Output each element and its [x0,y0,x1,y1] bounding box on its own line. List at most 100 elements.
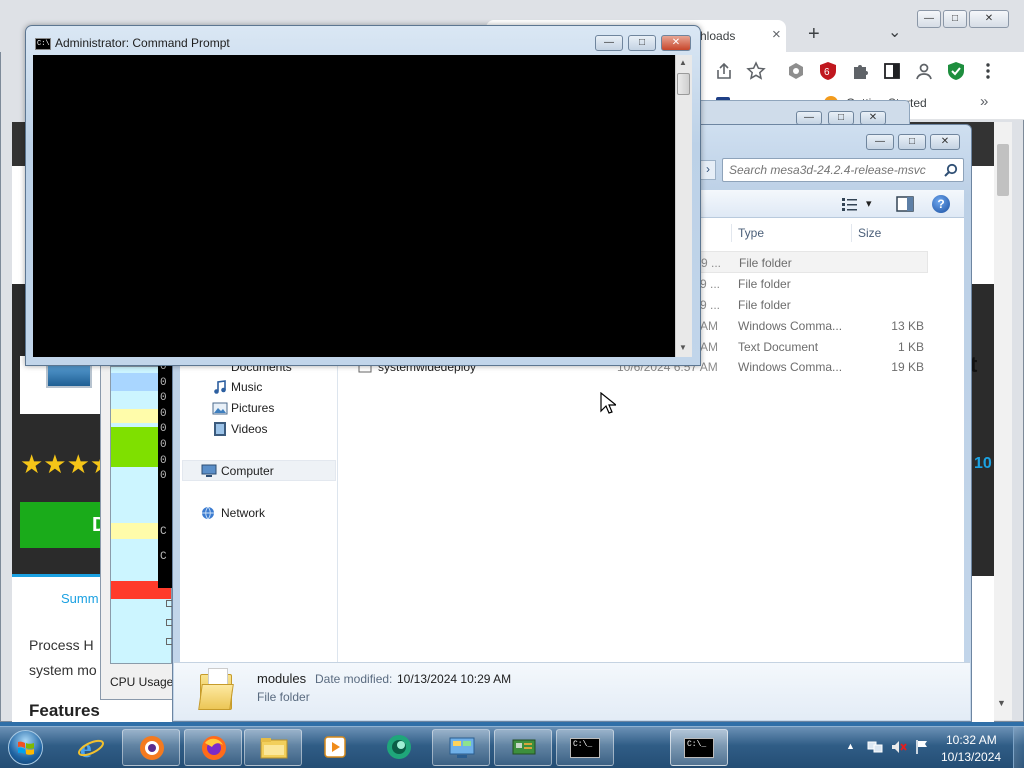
file-row[interactable]: 9 ... File folder [700,294,928,315]
ublock-icon[interactable]: 6 [818,61,838,81]
cmd-scrollbar[interactable] [675,55,692,357]
device-manager-icon [512,739,536,755]
summary-tab-link[interactable]: Summ [61,591,99,606]
profile-icon[interactable] [914,61,934,81]
column-separator [851,224,852,242]
tab-close-icon[interactable]: × [772,26,781,43]
file-explorer-icon [260,738,288,759]
explorer-minimize-button[interactable]: — [866,134,894,150]
media-player-icon [324,736,346,758]
volume-muted-icon[interactable] [890,739,908,755]
bookmark-overflow-icon[interactable]: » [980,93,988,110]
tray-overflow-arrow-icon[interactable]: ▲ [846,741,855,751]
clock-date[interactable]: 10/13/2024 [941,750,1001,764]
nav-item-pictures[interactable]: Pictures [180,398,338,418]
explorer-maximize-button[interactable]: □ [898,134,926,150]
cmd-icon-2: C:\_ [684,738,714,758]
cpu-usage-label: CPU Usage: [110,675,177,689]
clock-time[interactable]: 10:32 AM [946,733,997,747]
menu-icon[interactable] [978,61,998,81]
taskbar-app-avast[interactable] [122,729,180,766]
taskbar-app-control-panel[interactable] [432,729,490,766]
nav-item-label: Music [231,380,263,394]
cmd-scroll-up-icon[interactable]: ▲ [679,58,687,67]
file-row[interactable]: 9 ... File folder [700,251,928,273]
browser-scroll-down-icon[interactable]: ▼ [997,698,1006,708]
background-explorer-close[interactable]: ✕ [860,111,886,125]
view-options-dropdown-icon[interactable]: ▾ [866,197,872,210]
cmd-minimize-button[interactable]: — [595,35,623,51]
taskbar-app-device-manager[interactable] [494,729,552,766]
file-row-type: File folder [738,298,791,312]
taskbar-app-cmd[interactable]: C:\_ [556,729,614,766]
file-row[interactable]: 9 ... File folder [700,273,928,294]
taskbar-app-explorer[interactable] [244,729,302,766]
browser-scrollbar[interactable] [994,122,1012,720]
file-row[interactable]: AM Text Document 1 KB [700,336,928,357]
taskbar-app-ie[interactable]: e [62,729,120,766]
search-box[interactable] [722,158,964,182]
taskbar-app-messenger[interactable] [370,729,428,766]
cmd-console-area[interactable] [33,55,675,357]
taskbar-app-media-player[interactable] [306,729,364,766]
file-row-date: 9 ... [700,298,721,312]
new-tab-button[interactable]: + [808,23,820,46]
control-panel-icon [449,737,475,758]
start-button[interactable] [2,727,46,768]
details-date-label: Date modified: [315,672,393,686]
details-date-value: 10/13/2024 10:29 AM [397,672,512,686]
background-explorer-maximize[interactable]: □ [828,111,854,125]
teams-like-icon [387,735,411,759]
videos-icon [214,422,226,436]
extension-shield-icon[interactable] [786,61,806,81]
taskbar-app-firefox[interactable] [184,729,242,766]
cmd-close-button[interactable]: ✕ [661,35,691,51]
security-shield-icon[interactable] [946,61,966,81]
share-icon[interactable] [714,61,734,81]
chrome-minimize-button[interactable]: — [917,10,941,28]
cmd-title-icon: C:\ [35,38,51,50]
file-row-type: Text Document [738,340,819,354]
file-row-size: 13 KB [891,319,924,333]
chrome-maximize-button[interactable]: □ [943,10,967,28]
svg-text:6: 6 [824,67,830,78]
computer-icon [201,464,217,477]
action-center-flag-icon[interactable] [914,739,930,755]
show-desktop-button[interactable] [1013,727,1024,768]
features-heading: Features [29,701,100,720]
star-icon[interactable] [746,61,766,81]
address-refresh-icon[interactable]: › [700,160,716,180]
avast-browser-icon [140,736,164,760]
tab-active-underline [12,574,100,577]
nav-item-computer[interactable]: Computer [182,460,336,481]
cmd-scroll-down-icon[interactable]: ▼ [679,343,687,352]
search-input[interactable] [729,162,941,178]
help-button[interactable]: ? [932,195,950,213]
taskbar-app-cmd-active[interactable]: C:\_ [670,729,728,766]
nav-item-videos[interactable]: Videos [180,419,338,439]
browser-scroll-thumb[interactable] [997,144,1009,196]
file-row[interactable]: AM Windows Comma... 13 KB [700,315,928,336]
preview-pane-icon[interactable] [896,196,914,212]
column-header-type[interactable]: Type [738,226,764,240]
nav-item-label: Network [221,506,266,520]
change-view-icon[interactable] [842,197,858,211]
background-explorer-minimize[interactable]: — [796,111,822,125]
network-tray-icon[interactable] [866,739,884,755]
sidepanel-icon[interactable] [882,61,902,81]
firefox-icon [202,736,226,760]
cmd-maximize-button[interactable]: □ [628,35,656,51]
search-icon[interactable] [944,163,958,177]
music-icon [214,380,226,394]
cmd-scroll-thumb[interactable] [677,73,690,95]
download-button[interactable]: D [20,502,106,548]
nav-item-network[interactable]: Network [180,503,338,523]
explorer-close-button[interactable]: ✕ [930,134,960,150]
puzzle-icon[interactable] [850,61,870,81]
column-header-size[interactable]: Size [858,226,881,240]
chrome-close-button[interactable]: ✕ [969,10,1009,28]
explorer-command-bar [700,190,964,218]
nav-item-music[interactable]: Music [180,377,338,397]
file-row-date: AM [700,340,718,354]
tab-list-dropdown-icon[interactable]: ⌄ [888,22,901,42]
